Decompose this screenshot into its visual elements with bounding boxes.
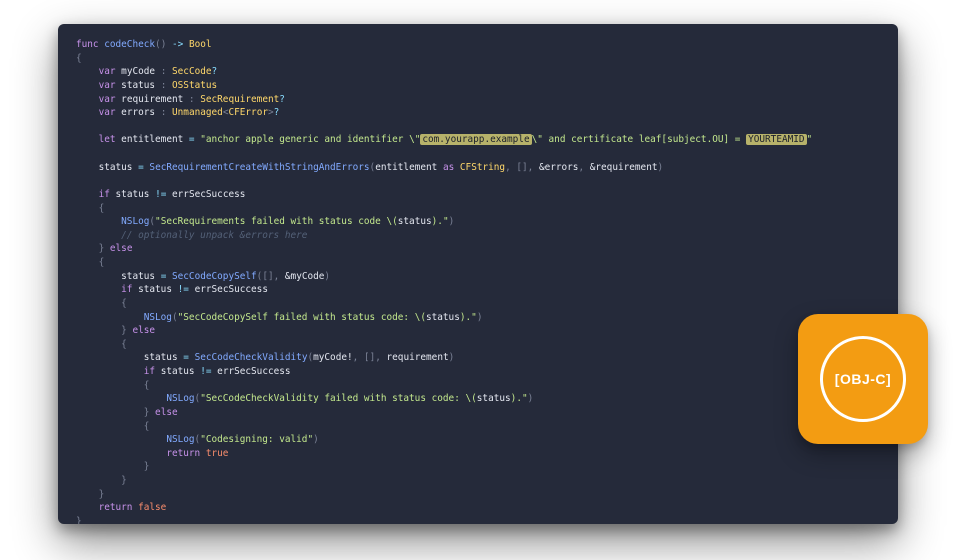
string-seg: "anchor apple generic and identifier \": [200, 134, 420, 145]
ident-errors: errors: [121, 107, 155, 118]
ident-requirement: requirement: [387, 352, 449, 363]
keyword-if: if: [144, 366, 155, 377]
fn-nslog: NSLog: [144, 312, 172, 323]
comment-unpack: // optionally unpack &errors here: [121, 230, 307, 241]
ident-status: status: [138, 284, 172, 295]
const-errsecsuccess: errSecSuccess: [217, 366, 290, 377]
string-seg: ": [807, 134, 813, 145]
type-osstatus: OSStatus: [172, 80, 217, 91]
code-editor-panel: func codeCheck() -> Bool { var myCode : …: [58, 24, 898, 524]
keyword-else: else: [110, 243, 133, 254]
ident-status: status: [99, 162, 133, 173]
fn-reqcreate: SecRequirementCreateWithStringAndErrors: [149, 162, 369, 173]
badge-label: [OBJ-C]: [835, 371, 891, 387]
ident-status: status: [161, 366, 195, 377]
interp-open: \(: [465, 393, 476, 404]
ident-status: status: [121, 271, 155, 282]
keyword-else: else: [132, 325, 155, 336]
type-bool: Bool: [189, 39, 212, 50]
ident-status: status: [477, 393, 511, 404]
string-seg: "SecCodeCopySelf failed with status code…: [178, 312, 415, 323]
string-valid: "Codesigning: valid": [200, 434, 313, 445]
highlight-bundleid: com.yourapp.example: [420, 134, 531, 145]
fn-copyself: SecCodeCopySelf: [172, 271, 257, 282]
type-unmanaged: Unmanaged: [172, 107, 223, 118]
code-block: func codeCheck() -> Bool { var myCode : …: [76, 38, 880, 524]
fn-nslog: NSLog: [166, 434, 194, 445]
const-errsecsuccess: errSecSuccess: [195, 284, 268, 295]
keyword-func: func: [76, 39, 99, 50]
interp-open: \(: [386, 216, 397, 227]
string-seg: .": [437, 216, 448, 227]
string-seg: .": [466, 312, 477, 323]
keyword-else: else: [155, 407, 178, 418]
string-seg: "SecCodeCheckValidity failed with status…: [200, 393, 465, 404]
literal-true: true: [206, 448, 229, 459]
highlight-teamid: YOURTEAMID: [746, 134, 806, 145]
keyword-var: var: [99, 66, 116, 77]
string-seg: \" and certificate leaf[subject.OU] =: [532, 134, 746, 145]
ident-mycode: myCode: [121, 66, 155, 77]
string-seg: .": [516, 393, 527, 404]
ident-status: status: [398, 216, 432, 227]
keyword-var: var: [99, 80, 116, 91]
ident-status: status: [121, 80, 155, 91]
const-errsecsuccess: errSecSuccess: [172, 189, 245, 200]
ident-status: status: [144, 352, 178, 363]
keyword-if: if: [121, 284, 132, 295]
op-neq: !=: [178, 284, 189, 295]
ident-status: status: [116, 189, 150, 200]
ident-mycode-bang: myCode!: [313, 352, 353, 363]
string-seg: "SecRequirements failed with status code: [155, 216, 386, 227]
ident-requirement: requirement: [121, 94, 183, 105]
arg-mycode: &myCode: [285, 271, 325, 282]
interp-open: \(: [415, 312, 426, 323]
function-name: codeCheck: [104, 39, 155, 50]
type-cferror: CFError: [228, 107, 268, 118]
keyword-if: if: [99, 189, 110, 200]
keyword-return: return: [166, 448, 200, 459]
literal-false: false: [138, 502, 166, 513]
keyword-return: return: [99, 502, 133, 513]
keyword-as: as: [443, 162, 454, 173]
fn-checkvalidity: SecCodeCheckValidity: [195, 352, 308, 363]
keyword-var: var: [99, 94, 116, 105]
ident-entitlement: entitlement: [375, 162, 437, 173]
fn-nslog: NSLog: [166, 393, 194, 404]
badge-ring-icon: [OBJ-C]: [820, 336, 906, 422]
language-badge: [OBJ-C]: [798, 314, 928, 444]
keyword-var: var: [99, 107, 116, 118]
arg-errors: &errors: [539, 162, 579, 173]
fn-nslog: NSLog: [121, 216, 149, 227]
arg-requirement: &requirement: [590, 162, 658, 173]
arrow-op: ->: [172, 39, 183, 50]
type-secrequirement: SecRequirement: [200, 94, 279, 105]
op-neq: !=: [155, 189, 166, 200]
type-cfstring: CFString: [460, 162, 505, 173]
ident-entitlement: entitlement: [121, 134, 183, 145]
ident-status: status: [426, 312, 460, 323]
type-seccode: SecCode: [172, 66, 212, 77]
keyword-let: let: [99, 134, 116, 145]
op-neq: !=: [200, 366, 211, 377]
